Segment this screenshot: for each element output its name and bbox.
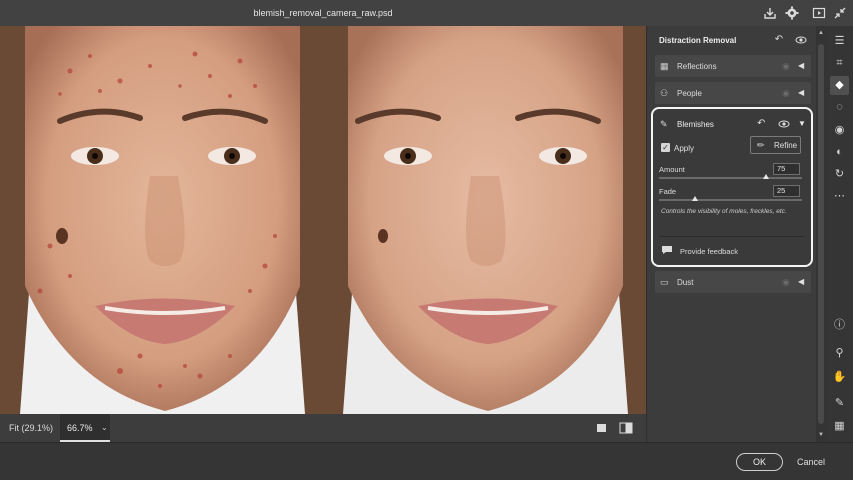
- eye-icon[interactable]: ◉: [782, 88, 792, 98]
- dust-label: Dust: [677, 278, 694, 287]
- reflections-row[interactable]: ▦ Reflections ◉ ◀: [655, 55, 811, 77]
- dialog-footer: OK Cancel: [0, 442, 853, 480]
- scroll-up-icon[interactable]: ▲: [817, 29, 825, 37]
- hand-icon[interactable]: ✋: [830, 368, 849, 387]
- blemishes-description: Controls the visibility of moles, freckl…: [661, 208, 787, 215]
- info-icon[interactable]: ⓘ: [830, 316, 849, 335]
- eye-icon[interactable]: ◉: [782, 61, 792, 71]
- dust-row[interactable]: ▭ Dust ◉ ◀: [655, 271, 811, 293]
- fade-value-field[interactable]: 25: [773, 185, 800, 197]
- fade-label: Fade: [659, 187, 677, 196]
- dust-icon: ▭: [660, 277, 669, 287]
- amount-slider[interactable]: [659, 174, 802, 179]
- before-after-icon[interactable]: [619, 422, 633, 434]
- save-icon[interactable]: [762, 5, 778, 21]
- blemishes-header[interactable]: ✎ Blemishes ↶ ▼: [657, 113, 807, 135]
- scroll-thumb[interactable]: [818, 44, 824, 424]
- expand-triangle-icon[interactable]: ◀: [798, 88, 808, 98]
- presets-icon[interactable]: ◐: [830, 143, 849, 162]
- apply-checkbox[interactable]: ✓: [661, 143, 670, 152]
- reflections-icon: ▦: [660, 61, 669, 71]
- after-portrait: [323, 26, 646, 414]
- apply-label: Apply: [674, 144, 695, 153]
- convert-icon[interactable]: ↻: [830, 165, 849, 184]
- blemishes-label: Blemishes: [677, 120, 714, 129]
- eye-icon[interactable]: [778, 118, 790, 130]
- zoom-level-dropdown[interactable]: 66.7% ⌄: [60, 414, 110, 442]
- reflections-label: Reflections: [677, 62, 717, 71]
- reset-icon[interactable]: ↶: [757, 118, 769, 130]
- zoom-icon[interactable]: ⚲: [830, 344, 849, 363]
- zoom-level-value: 66.7%: [67, 423, 93, 433]
- collapse-triangle-icon[interactable]: ▼: [798, 118, 808, 130]
- reset-icon[interactable]: ↶: [773, 34, 785, 46]
- zoom-bar: Fit (29.1%) 66.7% ⌄: [0, 414, 646, 442]
- chevron-down-icon: ⌄: [101, 423, 108, 432]
- more-icon[interactable]: ⋯: [830, 187, 849, 206]
- blemishes-section: ✎ Blemishes ↶ ▼ ✓ Apply ✏ Refine Amount …: [651, 107, 813, 267]
- eraser-icon[interactable]: ◆: [830, 76, 849, 95]
- feedback-icon: [661, 245, 673, 255]
- grid-icon[interactable]: ▦: [830, 417, 849, 436]
- people-icon: ⚇: [660, 88, 669, 98]
- title-bar: blemish_removal_camera_raw.psd: [0, 0, 853, 26]
- single-view-icon[interactable]: [595, 422, 609, 434]
- distraction-removal-panel: Distraction Removal ↶ ▦ Reflections ◉ ◀ …: [646, 26, 816, 442]
- eye-icon[interactable]: [795, 34, 807, 46]
- after-image: [323, 26, 646, 414]
- amount-label: Amount: [659, 165, 685, 174]
- expand-triangle-icon[interactable]: ◀: [798, 61, 808, 71]
- panel-title: Distraction Removal: [659, 36, 737, 45]
- crop-icon[interactable]: ⌗: [830, 54, 849, 73]
- people-label: People: [677, 89, 702, 98]
- divider: [659, 236, 804, 237]
- brush-icon: ✏: [757, 140, 765, 150]
- eye-icon[interactable]: ◉: [782, 277, 792, 287]
- edit-icon[interactable]: ☰: [830, 32, 849, 51]
- fade-slider-thumb[interactable]: [691, 196, 698, 201]
- fade-slider[interactable]: [659, 196, 802, 201]
- document-title: blemish_removal_camera_raw.psd: [253, 8, 393, 18]
- amount-value-field[interactable]: 75: [773, 163, 800, 175]
- mask-icon[interactable]: ◌: [830, 98, 849, 117]
- scroll-down-icon[interactable]: ▼: [817, 431, 825, 439]
- ok-button[interactable]: OK: [736, 453, 783, 471]
- red-eye-icon[interactable]: ◉: [830, 121, 849, 140]
- before-image: [0, 26, 323, 414]
- fullscreen-icon[interactable]: [811, 5, 827, 21]
- panel-scrollbar[interactable]: ▲ ▼: [816, 26, 826, 442]
- eyedropper-icon[interactable]: ✎: [830, 394, 849, 413]
- image-canvas[interactable]: [0, 26, 646, 414]
- provide-feedback-link[interactable]: Provide feedback: [680, 247, 738, 256]
- people-row[interactable]: ⚇ People ◉ ◀: [655, 82, 811, 104]
- zoom-fit-button[interactable]: Fit (29.1%): [9, 423, 53, 433]
- tool-rail: ☰ ⌗ ◆ ◌ ◉ ◐ ↻ ⋯ ⓘ ⚲ ✋ ✎ ▦: [826, 26, 853, 442]
- refine-label: Refine: [774, 141, 798, 150]
- cancel-button[interactable]: Cancel: [797, 457, 825, 467]
- amount-slider-thumb[interactable]: [763, 174, 770, 179]
- collapse-icon[interactable]: [832, 5, 848, 21]
- expand-triangle-icon[interactable]: ◀: [798, 277, 808, 287]
- refine-button[interactable]: ✏ Refine: [750, 136, 801, 154]
- blemish-icon: ✎: [660, 119, 668, 129]
- before-portrait: [0, 26, 323, 414]
- gear-icon[interactable]: [784, 5, 800, 21]
